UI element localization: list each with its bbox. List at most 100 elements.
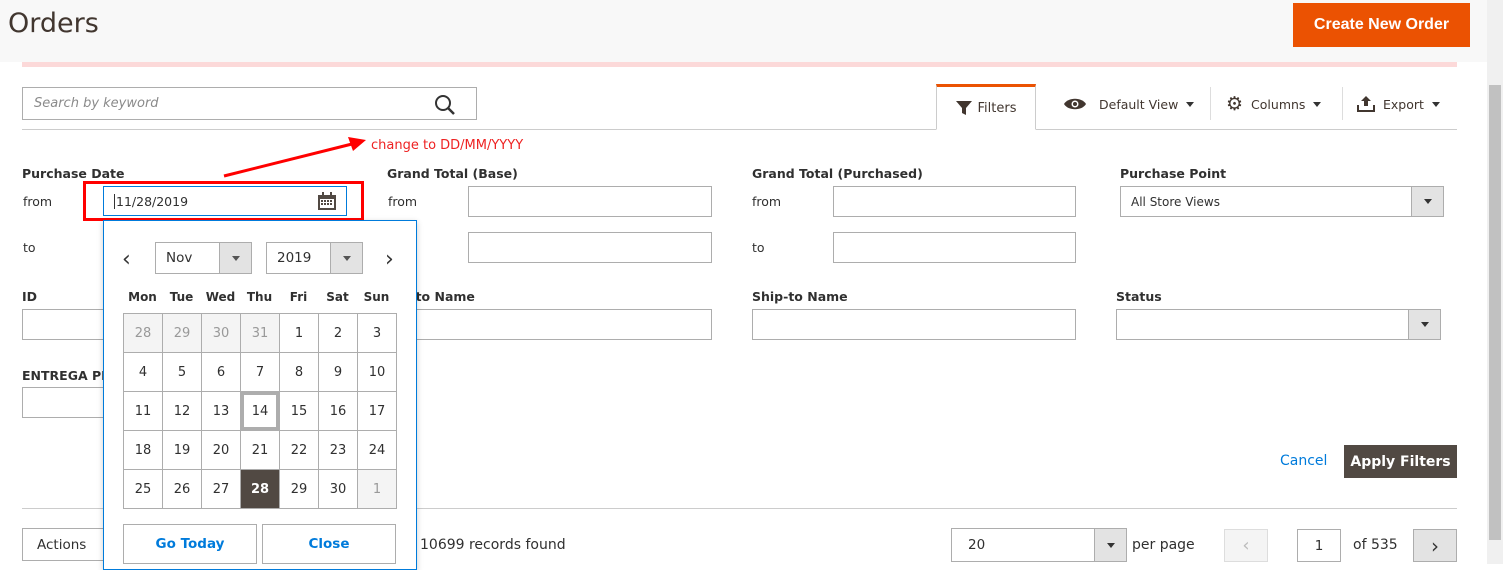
calendar-day[interactable]: 23 bbox=[318, 430, 358, 470]
calendar-day[interactable]: 6 bbox=[201, 352, 241, 392]
go-today-button[interactable]: Go Today bbox=[123, 524, 257, 564]
weekday-header: Wed bbox=[205, 290, 236, 304]
calendar-day-today[interactable]: 14 bbox=[240, 391, 280, 431]
grand-total-purchased-from-input[interactable] bbox=[833, 186, 1076, 217]
calendar-day[interactable]: 4 bbox=[123, 352, 163, 392]
purchase-date-from-label: from bbox=[23, 194, 53, 209]
caret-down-icon bbox=[1186, 101, 1195, 107]
next-month-button[interactable]: › bbox=[385, 247, 394, 272]
calendar-day[interactable]: 24 bbox=[357, 430, 397, 470]
bill-to-name-input[interactable] bbox=[388, 309, 712, 340]
scrollbar-thumb[interactable] bbox=[1489, 85, 1501, 540]
calendar-day[interactable]: 29 bbox=[279, 469, 319, 509]
calendar-day[interactable]: 19 bbox=[162, 430, 202, 470]
calendar-day[interactable]: 2 bbox=[318, 313, 358, 353]
calendar-day[interactable]: 17 bbox=[357, 391, 397, 431]
calendar-day[interactable]: 12 bbox=[162, 391, 202, 431]
calendar-day[interactable]: 16 bbox=[318, 391, 358, 431]
grand-total-purchased-label: Grand Total (Purchased) bbox=[752, 166, 923, 181]
annotation-text: change to DD/MM/YYYY bbox=[371, 138, 524, 153]
calendar-day[interactable]: 3 bbox=[357, 313, 397, 353]
purchase-date-from-value: 11/28/2019 bbox=[114, 193, 189, 209]
weekday-header: Sun bbox=[363, 290, 390, 304]
previous-page-button[interactable]: ‹ bbox=[1224, 529, 1268, 562]
calendar-day[interactable]: 5 bbox=[162, 352, 202, 392]
calendar-day-selected[interactable]: 28 bbox=[240, 469, 280, 509]
purchase-date-from-input[interactable]: 11/28/2019 bbox=[103, 186, 347, 216]
grand-total-purchased-to-input[interactable] bbox=[833, 232, 1076, 263]
records-found: 10699 records found bbox=[420, 537, 566, 553]
filters-tab[interactable]: Filters bbox=[936, 84, 1036, 130]
per-page-select[interactable]: 20 bbox=[951, 528, 1127, 562]
previous-month-button[interactable]: ‹ bbox=[122, 247, 131, 272]
calendar-day-other[interactable]: 29 bbox=[162, 313, 202, 353]
next-page-button[interactable]: › bbox=[1413, 529, 1457, 562]
actions-label: Actions bbox=[37, 536, 87, 553]
export-label: Export bbox=[1383, 96, 1424, 112]
eye-icon bbox=[1064, 98, 1086, 110]
ship-to-name-input[interactable] bbox=[752, 309, 1076, 340]
status-select[interactable] bbox=[1116, 309, 1441, 340]
close-button[interactable]: Close bbox=[262, 524, 396, 564]
weekday-header: Fri bbox=[289, 290, 308, 304]
chevron-down-icon bbox=[1408, 310, 1440, 339]
calendar-day-other[interactable]: 30 bbox=[201, 313, 241, 353]
calendar-day[interactable]: 10 bbox=[357, 352, 397, 392]
search-input[interactable]: Search by keyword bbox=[22, 87, 477, 120]
toolbar-separator bbox=[1210, 87, 1211, 120]
purchase-point-value: All Store Views bbox=[1131, 194, 1220, 209]
toolbar-divider bbox=[22, 129, 1457, 130]
calendar-day[interactable]: 15 bbox=[279, 391, 319, 431]
filters-label: Filters bbox=[977, 100, 1017, 116]
columns-dropdown[interactable]: ⚙ Columns bbox=[1226, 90, 1322, 118]
gear-icon: ⚙ bbox=[1226, 92, 1244, 115]
purchase-point-select[interactable]: All Store Views bbox=[1120, 186, 1444, 217]
calendar-day[interactable]: 1 bbox=[279, 313, 319, 353]
calendar-day[interactable]: 20 bbox=[201, 430, 241, 470]
grand-total-base-to-input[interactable] bbox=[468, 232, 712, 263]
create-new-order-button[interactable]: Create New Order bbox=[1293, 3, 1470, 47]
calendar-day[interactable]: 22 bbox=[279, 430, 319, 470]
calendar-day-other[interactable]: 28 bbox=[123, 313, 163, 353]
toolbar-separator bbox=[1342, 87, 1343, 120]
grand-total-base-from-input[interactable] bbox=[468, 186, 712, 217]
calendar-day[interactable]: 13 bbox=[201, 391, 241, 431]
columns-label: Columns bbox=[1251, 96, 1306, 112]
calendar-day[interactable]: 27 bbox=[201, 469, 241, 509]
month-select[interactable]: Nov bbox=[155, 242, 252, 274]
calendar-day[interactable]: 30 bbox=[318, 469, 358, 509]
page-title: Orders bbox=[8, 8, 99, 39]
export-dropdown[interactable]: Export bbox=[1357, 90, 1440, 118]
calendar-day[interactable]: 26 bbox=[162, 469, 202, 509]
export-icon bbox=[1357, 96, 1375, 112]
search-icon[interactable] bbox=[434, 94, 456, 116]
caret-down-icon bbox=[1431, 101, 1440, 107]
calendar-day[interactable]: 25 bbox=[123, 469, 163, 509]
apply-filters-button[interactable]: Apply Filters bbox=[1344, 445, 1457, 478]
calendar-day-other[interactable]: 31 bbox=[240, 313, 280, 353]
cancel-button[interactable]: Cancel bbox=[1280, 453, 1327, 469]
chevron-down-icon bbox=[1411, 187, 1443, 216]
chevron-left-icon: ‹ bbox=[1242, 535, 1250, 556]
calendar-day[interactable]: 8 bbox=[279, 352, 319, 392]
chevron-right-icon: › bbox=[1431, 533, 1439, 558]
calendar-day-other[interactable]: 1 bbox=[357, 469, 397, 509]
page-header bbox=[0, 0, 1487, 62]
calendar-day[interactable]: 9 bbox=[318, 352, 358, 392]
default-view-dropdown[interactable]: Default View bbox=[1063, 90, 1195, 118]
filter-icon bbox=[955, 101, 972, 115]
chevron-down-icon bbox=[1094, 529, 1126, 561]
calendar-day[interactable]: 11 bbox=[123, 391, 163, 431]
calendar-day[interactable]: 18 bbox=[123, 430, 163, 470]
total-pages: of 535 bbox=[1353, 537, 1398, 553]
calendar-day[interactable]: 21 bbox=[240, 430, 280, 470]
calendar-day[interactable]: 7 bbox=[240, 352, 280, 392]
grand-total-base-from-label: from bbox=[388, 194, 418, 209]
weekday-header: Thu bbox=[246, 290, 273, 304]
calendar-icon[interactable] bbox=[317, 191, 337, 211]
year-select[interactable]: 2019 bbox=[266, 242, 363, 274]
purchase-point-label: Purchase Point bbox=[1120, 166, 1227, 181]
default-view-label: Default View bbox=[1099, 96, 1179, 112]
chevron-down-icon bbox=[330, 243, 362, 273]
page-input[interactable]: 1 bbox=[1297, 529, 1341, 562]
